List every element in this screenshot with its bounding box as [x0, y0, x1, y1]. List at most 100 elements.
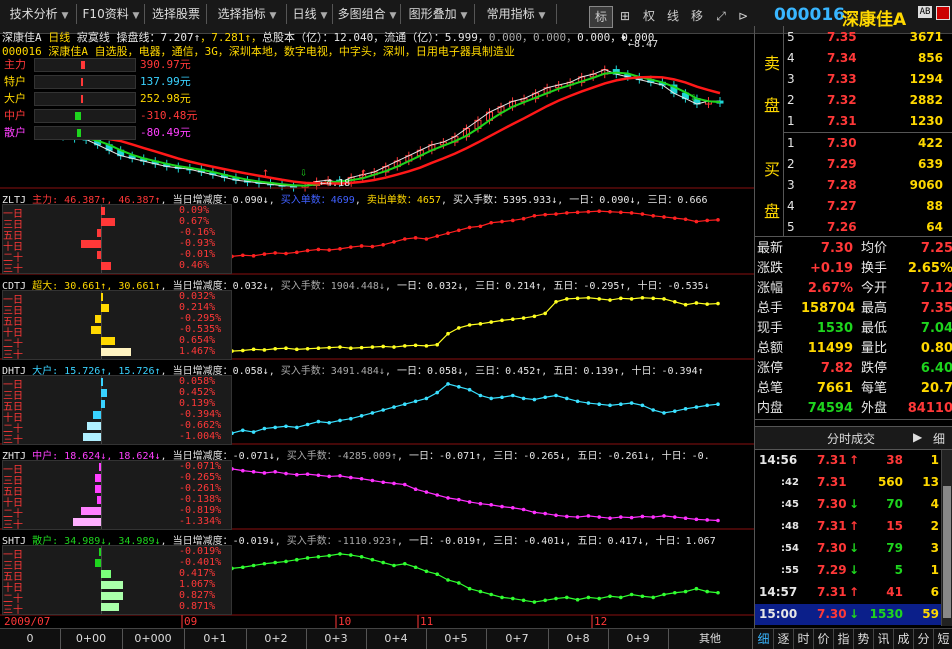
- series-point: [608, 298, 612, 302]
- right-tab[interactable]: 成: [894, 629, 914, 649]
- tick-price: 7.31: [817, 475, 847, 489]
- grid-icon[interactable]: ⊞: [614, 6, 636, 26]
- series-point: [500, 504, 504, 509]
- technical-analysis-button[interactable]: 技术分析 ▼: [2, 4, 77, 24]
- tick-row[interactable]: 14:57 7.31 ↑ 41 6: [755, 582, 952, 603]
- select-indicator-button[interactable]: 选择指标 ▼: [208, 4, 287, 24]
- series-point: [478, 501, 483, 506]
- signal-arrow: ⇩: [690, 90, 697, 104]
- series-point: [338, 474, 342, 478]
- f10-label: F10资料: [82, 7, 129, 21]
- tick-count: 6: [930, 585, 939, 599]
- bottom-tab[interactable]: 0+000: [122, 629, 185, 649]
- : ,: [481, 536, 494, 547]
- bottom-tab[interactable]: 其他: [668, 629, 753, 649]
- sell-row[interactable]: 2 7.32 2882: [755, 91, 952, 110]
- series-point: [673, 590, 677, 595]
- row-value: -0.01%: [179, 249, 216, 260]
- tick-row[interactable]: :55 7.29 ↓ 5 1: [755, 560, 952, 581]
- tick-scrollbar[interactable]: [941, 450, 952, 626]
- panel-param-1: 买入手数：3491.484↓: [280, 366, 385, 377]
- common-indicator-button[interactable]: 常用指标 ▼: [476, 4, 557, 24]
- bottom-tab[interactable]: 0+3: [306, 629, 367, 649]
- buy-row[interactable]: 3 7.28 9060: [755, 176, 952, 195]
- right-tab[interactable]: 讯: [874, 629, 894, 649]
- f10-button[interactable]: F10资料 ▼: [78, 4, 145, 24]
- date-label: 2009/07: [4, 615, 51, 628]
- expand-icon[interactable]: ⤢: [710, 6, 732, 26]
- tick-count: 59: [922, 607, 939, 621]
- indicator-bar: [101, 603, 119, 611]
- tick-row[interactable]: :54 7.30 ↓ 79 3: [755, 538, 952, 559]
- right-tab[interactable]: 价: [814, 629, 834, 649]
- low-price-label: ←4.18: [320, 178, 351, 189]
- tick-row[interactable]: :48 7.31 ↑ 15 2: [755, 516, 952, 537]
- buy-row[interactable]: 1 7.30 422: [755, 134, 952, 153]
- tick-row[interactable]: :42 7.31 560 13: [755, 472, 952, 493]
- daily-button[interactable]: 日线 ▼: [288, 4, 333, 24]
- next-icon[interactable]: ⊳: [732, 6, 754, 26]
- line-icon[interactable]: 线: [662, 6, 684, 26]
- bottom-tab[interactable]: 0+2: [246, 629, 307, 649]
- series-point: [457, 326, 461, 330]
- sell-row[interactable]: 3 7.33 1294: [755, 70, 952, 89]
- sell-row[interactable]: 5 7.35 3671: [755, 28, 952, 47]
- indicator-bar: [73, 518, 101, 526]
- indicator-bar: [101, 348, 131, 356]
- date-label: 12: [594, 615, 608, 628]
- series-point: [597, 515, 601, 519]
- series-point: [305, 346, 310, 351]
- candle: [393, 157, 401, 171]
- right-tab[interactable]: 分: [914, 629, 934, 649]
- buy-row[interactable]: 2 7.29 639: [755, 155, 952, 174]
- buy-row[interactable]: 5 7.26 64: [755, 218, 952, 237]
- detail-tab[interactable]: 细: [933, 430, 945, 447]
- tick-row[interactable]: 14:56 7.31 ↑ 38 1: [755, 450, 952, 471]
- bottom-tab[interactable]: 0+7: [486, 629, 549, 649]
- : ,: [268, 281, 281, 292]
- tick-row[interactable]: :45 7.30 ↓ 70 4: [755, 494, 952, 515]
- row-label: 三十: [3, 264, 23, 275]
- right-tab[interactable]: 细: [754, 629, 774, 649]
- right-tab[interactable]: 指: [834, 629, 854, 649]
- bottom-tab[interactable]: 0+9: [608, 629, 669, 649]
- right-tab[interactable]: 势: [854, 629, 874, 649]
- select-stock-button[interactable]: 选择股票: [146, 4, 207, 24]
- tick-scrollbar-thumb[interactable]: [943, 486, 951, 618]
- multi-chart-button[interactable]: 多图组合 ▼: [334, 4, 401, 24]
- move-icon[interactable]: 移: [686, 6, 708, 26]
- mark-icon[interactable]: 标: [589, 6, 613, 28]
- series-point: [716, 218, 720, 222]
- series-point: [305, 248, 310, 253]
- bottom-tab[interactable]: 0+1: [184, 629, 247, 649]
- series-point: [575, 210, 580, 215]
- ticks-header: 分时成交 ▶ 细: [755, 426, 952, 450]
- right-tab[interactable]: 时: [794, 629, 814, 649]
- series-point: [338, 418, 342, 423]
- buy-row[interactable]: 4 7.27 88: [755, 197, 952, 216]
- rights-icon[interactable]: 权: [638, 6, 660, 26]
- play-icon[interactable]: ▶: [913, 430, 922, 444]
- right-tab[interactable]: 逐: [774, 629, 794, 649]
- series-point: [640, 514, 645, 519]
- series-point: [381, 560, 386, 565]
- overlay-button[interactable]: 图形叠加 ▼: [402, 4, 475, 24]
- bottom-tab[interactable]: 0+5: [426, 629, 487, 649]
- series-point: [327, 553, 332, 558]
- bottom-tab[interactable]: 0+4: [366, 629, 427, 649]
- right-tab[interactable]: 短: [934, 629, 952, 649]
- bottom-tab[interactable]: 0+00: [60, 629, 123, 649]
- flag-icon[interactable]: [936, 6, 950, 20]
- tick-row[interactable]: 15:00 7.30 ↓ 1530 59: [755, 604, 952, 625]
- sell-row[interactable]: 4 7.34 856: [755, 49, 952, 68]
- indicator-bar: [101, 389, 107, 397]
- sell-row[interactable]: 1 7.31 1230: [755, 112, 952, 131]
- indicator-bar: [101, 262, 111, 270]
- series-point: [586, 595, 591, 600]
- bottom-tab[interactable]: 0+8: [548, 629, 609, 649]
- stat-value: 7.82: [820, 361, 853, 376]
- series-point: [683, 302, 688, 307]
- bottom-tab[interactable]: 0: [0, 629, 61, 649]
- level2-icon[interactable]: AB: [918, 6, 932, 18]
- chart-area[interactable]: ↑ ⇩ ↑ ✦ ⇩ 深康佳A 日线 寂寞线 操盘线：7.207↑，7.281↑，总股本（…: [0, 26, 754, 628]
